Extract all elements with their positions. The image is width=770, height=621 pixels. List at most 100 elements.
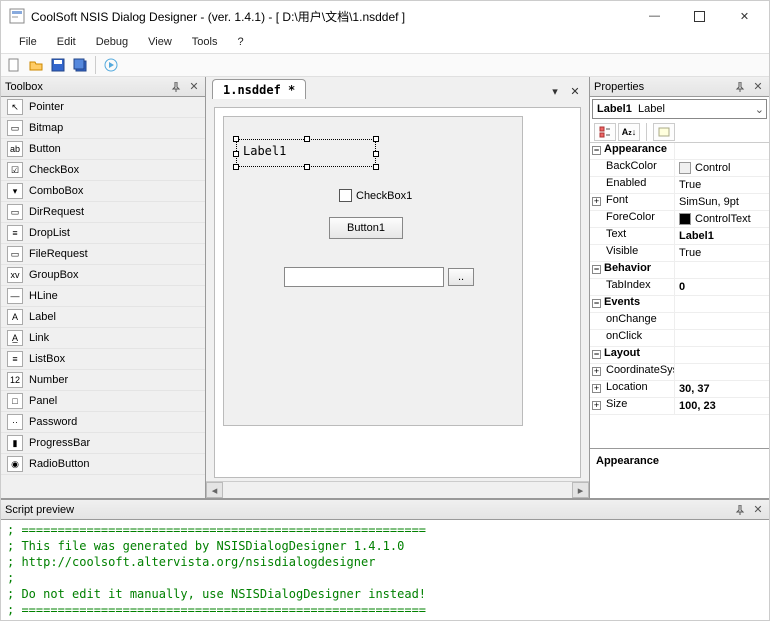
property-row[interactable]: TextLabel1 [590,228,769,245]
property-row[interactable]: ForeColorControlText [590,211,769,228]
close-button[interactable]: ✕ [722,2,767,30]
tab-close-icon[interactable]: ✕ [567,83,583,99]
maximize-button[interactable] [677,2,722,30]
resize-handle-nw[interactable] [233,136,239,142]
property-name: Behavior [604,262,651,274]
property-row[interactable]: onChange [590,313,769,330]
expand-icon[interactable]: + [592,367,601,376]
property-row[interactable]: +CoordinateSystem [590,364,769,381]
toolbox-item-filerequest[interactable]: ▭FileRequest [1,244,205,265]
resize-handle-e[interactable] [373,151,379,157]
property-row[interactable]: TabIndex0 [590,279,769,296]
menu-tools[interactable]: Tools [182,33,228,51]
property-pages-button[interactable] [653,123,675,141]
canvas[interactable]: Label1 CheckBox1 [214,107,581,478]
tab-dropdown-icon[interactable]: ▾ [547,83,563,99]
toolbox-item-button[interactable]: abButton [1,139,205,160]
resize-handle-se[interactable] [373,164,379,170]
control-textbox[interactable] [284,267,444,287]
control-browse-button[interactable]: .. [448,268,474,286]
chevron-down-icon[interactable]: ⌄ [755,103,764,116]
horizontal-scrollbar[interactable]: ◂ ▸ [206,481,589,498]
property-row[interactable]: +Location30, 37 [590,381,769,398]
toolbox-item-icon: ·· [7,414,23,430]
pin-icon[interactable] [733,80,747,94]
close-icon[interactable]: ✕ [187,80,201,94]
expand-icon[interactable]: − [592,146,601,155]
resize-handle-s[interactable] [304,164,310,170]
property-row[interactable]: −Layout [590,347,769,364]
menu-edit[interactable]: Edit [47,33,86,51]
toolbox-item-icon: ≡ [7,225,23,241]
toolbox-item-droplist[interactable]: ≡DropList [1,223,205,244]
expand-icon[interactable]: − [592,265,601,274]
scroll-left-button[interactable]: ◂ [206,482,223,498]
toolbox-item-checkbox[interactable]: ☑CheckBox [1,160,205,181]
expand-icon[interactable]: − [592,350,601,359]
menu-file[interactable]: File [9,33,47,51]
property-value: True [679,247,701,259]
close-icon[interactable]: ✕ [751,503,765,517]
toolbox-item-progressbar[interactable]: ▮ProgressBar [1,433,205,454]
toolbox-item-password[interactable]: ··Password [1,412,205,433]
scroll-track[interactable] [223,482,572,498]
toolbox-item-bitmap[interactable]: ▭Bitmap [1,118,205,139]
control-label1[interactable]: Label1 [236,139,376,167]
script-body[interactable]: ; ======================================… [1,520,769,620]
toolbox-item-label[interactable]: ALabel [1,307,205,328]
save-all-button[interactable] [71,56,89,74]
toolbox-item-pointer[interactable]: ↖Pointer [1,97,205,118]
toolbox-item-groupbox[interactable]: xvGroupBox [1,265,205,286]
expand-icon[interactable]: + [592,401,601,410]
toolbox-item-number[interactable]: 12Number [1,370,205,391]
resize-handle-sw[interactable] [233,164,239,170]
control-checkbox1[interactable]: CheckBox1 [339,189,412,202]
toolbox-item-listbox[interactable]: ≡ListBox [1,349,205,370]
pin-icon[interactable] [733,503,747,517]
new-button[interactable] [5,56,23,74]
expand-icon[interactable]: − [592,299,601,308]
property-row[interactable]: −Events [590,296,769,313]
object-selector[interactable]: Label1 Label ⌄ [592,99,767,119]
save-button[interactable] [49,56,67,74]
checkbox-box[interactable] [339,189,352,202]
property-row[interactable]: BackColorControl [590,160,769,177]
toolbox-item-combobox[interactable]: ▾ComboBox [1,181,205,202]
minimize-button[interactable]: — [632,2,677,30]
toolbox-item-link[interactable]: A̲Link [1,328,205,349]
tab-document[interactable]: 1.nsddef * [212,79,306,99]
resize-handle-n[interactable] [304,136,310,142]
toolbox-item-icon: ▾ [7,183,23,199]
open-button[interactable] [27,56,45,74]
toolbox-item-dirrequest[interactable]: ▭DirRequest [1,202,205,223]
menu-view[interactable]: View [138,33,182,51]
close-icon[interactable]: ✕ [751,80,765,94]
menu-debug[interactable]: Debug [86,33,138,51]
run-button[interactable] [102,56,120,74]
toolbar-separator [95,56,96,74]
toolbox-item-panel[interactable]: □Panel [1,391,205,412]
property-row[interactable]: +Size100, 23 [590,398,769,415]
property-row[interactable]: VisibleTrue [590,245,769,262]
pin-icon[interactable] [169,80,183,94]
expand-icon[interactable]: + [592,197,601,206]
property-row[interactable]: +FontSimSun, 9pt [590,194,769,211]
design-surface[interactable]: Label1 CheckBox1 [223,116,523,426]
property-row[interactable]: −Appearance [590,143,769,160]
toolbox-item-radiobutton[interactable]: ◉RadioButton [1,454,205,475]
categorized-view-button[interactable] [594,123,616,141]
resize-handle-w[interactable] [233,151,239,157]
toolbox-item-label: GroupBox [29,269,79,281]
alphabetical-view-button[interactable]: Az↓ [618,123,640,141]
property-row[interactable]: −Behavior [590,262,769,279]
property-row[interactable]: EnabledTrue [590,177,769,194]
control-button1[interactable]: Button1 [329,217,403,239]
resize-handle-ne[interactable] [373,136,379,142]
toolbox-item-hline[interactable]: —HLine [1,286,205,307]
expand-icon[interactable]: + [592,384,601,393]
property-grid[interactable]: −AppearanceBackColorControlEnabledTrue+F… [590,143,769,448]
property-name: Text [606,228,626,240]
property-row[interactable]: onClick [590,330,769,347]
scroll-right-button[interactable]: ▸ [572,482,589,498]
menu-help[interactable]: ? [227,33,253,51]
